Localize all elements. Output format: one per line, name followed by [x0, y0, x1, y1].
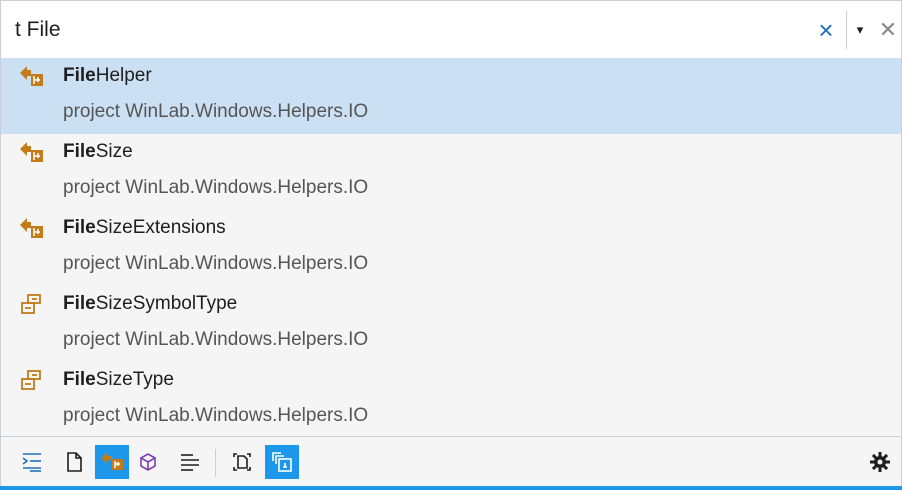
text-filter-icon[interactable] [173, 445, 207, 479]
results-list: FileHelper project WinLab.Windows.Helper… [0, 58, 902, 436]
result-match: File [63, 293, 96, 314]
result-rest: SizeExtensions [95, 217, 226, 238]
divider [846, 11, 847, 49]
accent-bar [0, 486, 902, 490]
result-location: project WinLab.Windows.Helpers.IO [63, 405, 369, 426]
clear-search-icon[interactable]: × [813, 15, 839, 45]
class-extension-icon [19, 140, 47, 166]
result-location: project WinLab.Windows.Helpers.IO [63, 177, 369, 198]
result-item[interactable]: FileSizeType project WinLab.Windows.Help… [1, 362, 901, 436]
filter-toolbar [0, 436, 902, 490]
result-name: FileHelper [63, 62, 152, 90]
result-item[interactable]: FileSizeSymbolType project WinLab.Window… [1, 286, 901, 362]
result-item[interactable]: FileSizeExtensions project WinLab.Window… [1, 210, 901, 286]
enum-icon [19, 368, 47, 394]
result-name: FileSizeSymbolType [63, 290, 237, 318]
current-document-icon[interactable] [225, 445, 259, 479]
enum-icon [19, 292, 47, 318]
all-filter-icon[interactable] [15, 445, 49, 479]
member-filter-icon[interactable] [131, 445, 165, 479]
external-items-icon[interactable] [265, 445, 299, 479]
class-extension-icon [19, 216, 47, 242]
result-name: FileSizeExtensions [63, 214, 226, 242]
result-match: File [63, 217, 96, 238]
result-rest: Helper [95, 65, 152, 86]
result-name: FileSizeType [63, 366, 174, 394]
result-match: File [63, 369, 96, 390]
class-extension-icon [19, 64, 47, 90]
file-filter-icon[interactable] [57, 445, 91, 479]
toolbar-separator [215, 449, 216, 477]
search-bar: × ▾ ✕ [0, 0, 902, 58]
result-location: project WinLab.Windows.Helpers.IO [63, 101, 369, 122]
result-item[interactable]: FileHelper project WinLab.Windows.Helper… [1, 58, 901, 134]
search-input[interactable] [15, 10, 805, 50]
gear-icon[interactable] [863, 445, 897, 479]
result-item[interactable]: FileSize project WinLab.Windows.Helpers.… [1, 134, 901, 210]
result-location: project WinLab.Windows.Helpers.IO [63, 329, 369, 350]
result-rest: Size [95, 141, 133, 162]
chevron-down-icon[interactable]: ▾ [849, 15, 871, 45]
result-match: File [63, 65, 96, 86]
type-filter-icon[interactable] [95, 445, 129, 479]
result-rest: SizeType [95, 369, 174, 390]
result-location: project WinLab.Windows.Helpers.IO [63, 253, 369, 274]
result-name: FileSize [63, 138, 133, 166]
close-icon[interactable]: ✕ [875, 15, 901, 45]
result-rest: SizeSymbolType [95, 293, 238, 314]
result-match: File [63, 141, 96, 162]
